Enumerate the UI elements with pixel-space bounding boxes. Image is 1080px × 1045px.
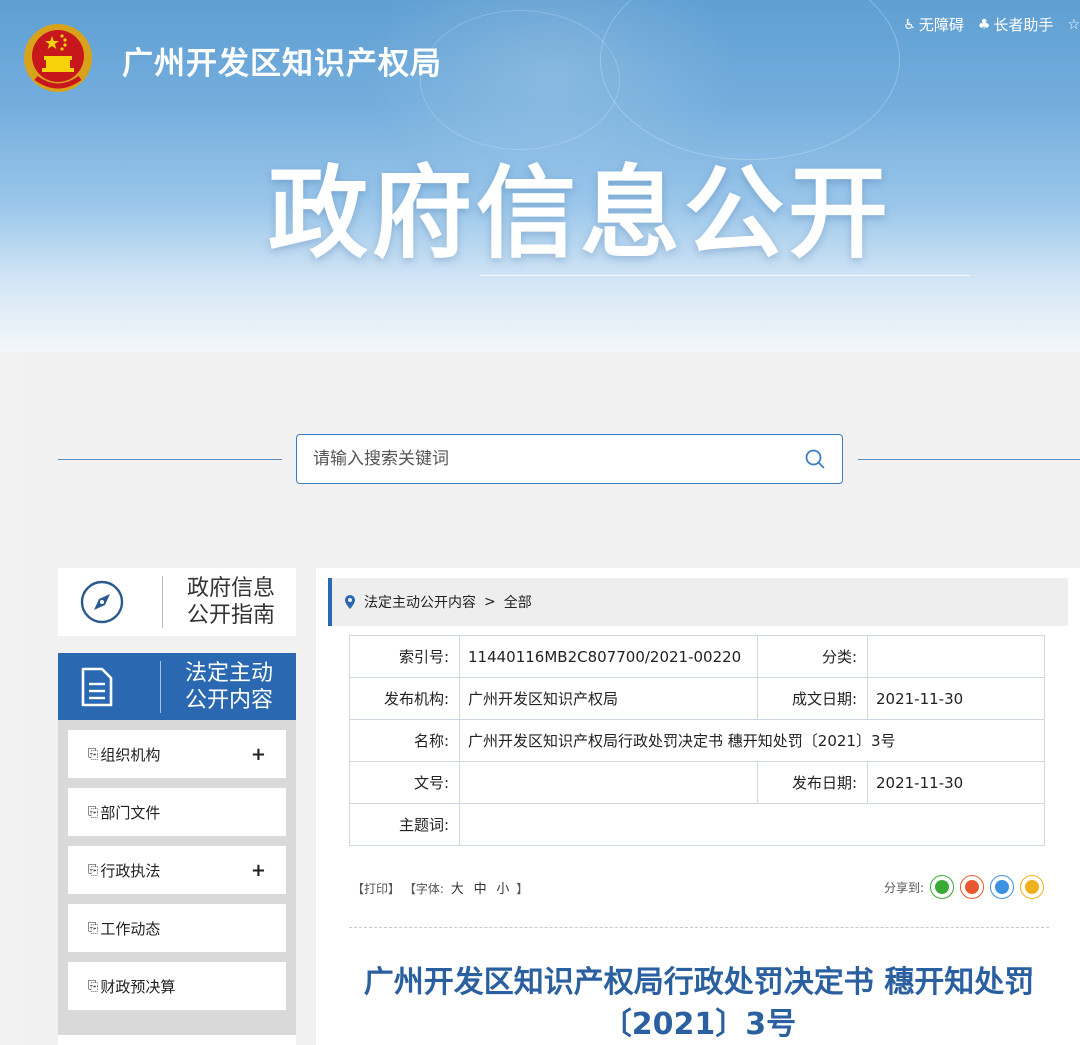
sidebar-item-label: 财政预决算 [100,977,176,996]
table-row: 索引号: 11440116MB2C807700/2021-00220 分类: [349,635,1045,678]
table-row: 名称: 广州开发区知识产权局行政处罚决定书 穗开知处罚〔2021〕3号 [349,719,1045,762]
sidebar-law-card[interactable]: 法定主动公开内容 [58,653,296,720]
qzone-share-icon[interactable] [1020,875,1044,899]
font-small-button[interactable]: 小 [496,882,509,897]
font-size-suffix: 】 [516,882,529,896]
sidebar-item-department-docs[interactable]: ⎘ 部门文件 [68,788,286,836]
sidebar-guide-card[interactable]: 政府信息公开指南 [58,568,296,636]
file-icon: ⎘ [88,978,99,994]
document-tools: 【打印】 【字体: 大 中 小 】 [352,878,528,897]
sidebar-list: ⎘ 组织机构 + ⎘ 部门文件 ⎘ 行政执法 + ⎘ 工作动态 ⎘ 财政预决算 [58,720,296,1045]
document-meta-table: 索引号: 11440116MB2C807700/2021-00220 分类: 发… [349,635,1045,846]
publisher-value: 广州开发区知识产权局 [459,677,758,720]
accessibility-label: 无障碍 [918,16,964,34]
file-icon: ⎘ [88,862,99,878]
sidebar-item-label: 行政执法 [100,861,161,880]
doc-number-value [459,761,758,804]
law-label: 法定主动公开内容 [185,660,274,713]
banner-decoration [420,10,620,150]
font-size-prefix: 【字体: [403,882,444,896]
document-icon [81,667,113,706]
file-icon: ⎘ [88,746,99,762]
table-row: 主题词: [349,803,1045,846]
elder-assistant-label: 长者助手 [993,16,1054,34]
weibo-share-icon[interactable] [960,875,984,899]
search-divider-right [858,459,1080,460]
wheelchair-icon: ♿ [903,16,916,33]
share-bar: 分享到: [884,875,1044,899]
category-value [867,635,1045,678]
name-value: 广州开发区知识产权局行政处罚决定书 穗开知处罚〔2021〕3号 [459,719,1045,762]
elder-icon: ♣ [977,16,991,33]
sidebar-item-label: 部门文件 [100,803,161,822]
publish-date-key: 发布日期: [757,761,868,804]
breadcrumb: 法定主动公开内容 > 全部 [328,578,1068,626]
article-title: 广州开发区知识产权局行政处罚决定书 穗开知处罚〔2021〕3号 [363,965,1035,1042]
sidebar-item-law-enforcement[interactable]: ⎘ 行政执法 + [68,846,286,894]
hero-divider [480,275,970,276]
star-icon: ☆ [1067,16,1080,33]
search-box [296,434,843,484]
sidebar-item-budget[interactable]: ⎘ 财政预决算 [68,962,286,1010]
guide-label: 政府信息公开指南 [187,576,276,628]
divider [349,927,1049,928]
written-date-key: 成文日期: [757,677,868,720]
search-icon[interactable] [804,448,826,470]
elder-assistant-link[interactable]: ♣ 长者助手 [978,14,1054,35]
keywords-key: 主题词: [349,803,460,846]
site-title[interactable]: 广州开发区知识产权局 [122,38,442,83]
location-pin-icon [345,595,355,609]
sidebar-item-label: 工作动态 [100,919,161,938]
name-key: 名称: [349,719,460,762]
sidebar-item-organization[interactable]: ⎘ 组织机构 + [68,730,286,778]
sidebar-item-label: 组织机构 [100,745,161,764]
national-emblem-icon[interactable] [22,22,94,94]
file-icon: ⎘ [88,804,99,820]
doc-number-key: 文号: [349,761,460,804]
accessibility-link[interactable]: ♿ 无障碍 [903,14,964,35]
top-links: ♿ 无障碍 ♣ 长者助手 ☆ [903,14,1080,35]
table-row: 发布机构: 广州开发区知识产权局 成文日期: 2021-11-30 [349,677,1045,720]
publish-date-value: 2021-11-30 [867,761,1045,804]
font-large-button[interactable]: 大 [451,882,464,897]
breadcrumb-current[interactable]: 全部 [504,592,532,612]
favorite-link[interactable]: ☆ [1067,17,1080,33]
publisher-key: 发布机构: [349,677,460,720]
keywords-value [459,803,1045,846]
file-icon: ⎘ [88,920,99,936]
index-number-key: 索引号: [349,635,460,678]
wechat-share-icon[interactable] [930,875,954,899]
header-banner: 广州开发区知识产权局 ♿ 无障碍 ♣ 长者助手 ☆ 政府信息公开 [0,0,1080,352]
expand-icon[interactable]: + [251,860,266,881]
qq-share-icon[interactable] [990,875,1014,899]
index-number-value: 11440116MB2C807700/2021-00220 [459,635,758,678]
divider [160,660,161,713]
search-input[interactable] [313,449,804,469]
hero-title: 政府信息公开 [268,155,892,272]
table-row: 文号: 发布日期: 2021-11-30 [349,761,1045,804]
share-label: 分享到: [883,880,924,895]
sidebar-item-work-news[interactable]: ⎘ 工作动态 [68,904,286,952]
print-button[interactable]: 【打印】 [352,882,400,896]
font-medium-button[interactable]: 中 [474,882,487,897]
written-date-value: 2021-11-30 [867,677,1045,720]
sidebar-next-card[interactable] [58,1035,296,1045]
main-content: 法定主动公开内容 > 全部 索引号: 11440116MB2C807700/20… [316,568,1080,1045]
search-divider-left [58,459,282,460]
category-key: 分类: [757,635,868,678]
breadcrumb-section-link[interactable]: 法定主动公开内容 [364,592,476,612]
expand-icon[interactable]: + [251,744,266,765]
divider [162,576,163,628]
compass-icon [80,580,124,624]
breadcrumb-separator: > [484,594,496,610]
